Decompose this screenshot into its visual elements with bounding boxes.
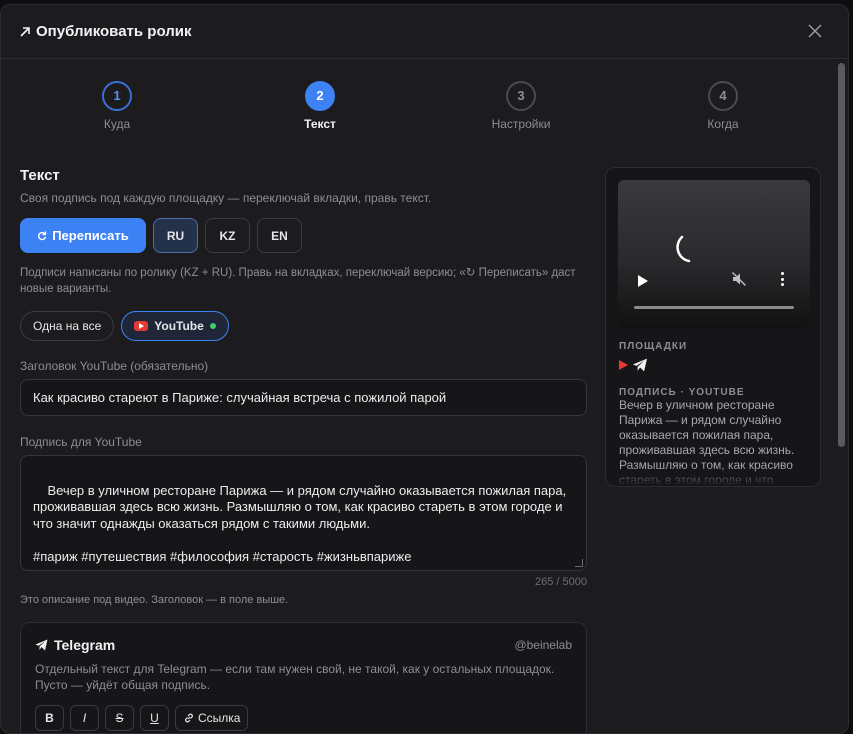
mute-icon[interactable] (731, 271, 747, 287)
caption-note: Это описание под видео. Заголовок — в по… (20, 594, 289, 606)
preview-platforms-label: ПЛОЩАДКИ (619, 341, 688, 352)
youtube-title-label: Заголовок YouTube (обязательно) (20, 359, 209, 373)
lang-ru-button[interactable]: RU (153, 218, 198, 253)
caption-text: Вечер в уличном ресторане Парижа — и ряд… (33, 482, 567, 564)
play-icon[interactable] (638, 275, 648, 287)
step-label: Куда (103, 117, 131, 131)
step-number: 4 (708, 81, 738, 111)
link-icon (185, 713, 193, 723)
lang-en-button[interactable]: EN (257, 218, 302, 253)
italic-button[interactable]: I (70, 705, 99, 731)
bold-button[interactable]: B (35, 705, 64, 731)
status-dot-icon (209, 323, 216, 329)
youtube-caption-label: Подпись для YouTube (20, 435, 142, 449)
step-number: 1 (102, 81, 132, 111)
chip-label: YouTube (154, 319, 204, 333)
link-label: Ссылка (198, 711, 241, 725)
rewrite-toolbar: Переписать RU KZ EN (20, 218, 302, 253)
youtube-icon (134, 321, 149, 331)
video-progress-bar[interactable] (634, 306, 794, 309)
telegram-plane-icon (35, 639, 48, 651)
chip-youtube[interactable]: YouTube (121, 311, 229, 341)
preview-caption-label: ПОДПИСЬ · YOUTUBE (619, 387, 745, 398)
arrow-up-right-icon (20, 26, 30, 37)
stepper: 1 Куда 2 Текст 3 Настройки 4 Когда (1, 81, 841, 141)
telegram-description: Отдельный текст для Telegram — если там … (35, 662, 555, 692)
preview-panel: ПЛОЩАДКИ ПОДПИСЬ · YOUTUBE Вечер в уличн… (605, 167, 821, 487)
youtube-caption-textarea[interactable]: Вечер в уличном ресторане Парижа — и ряд… (20, 455, 587, 571)
preview-platform-icons (619, 358, 648, 372)
link-button[interactable]: Ссылка (175, 705, 249, 731)
step-number: 2 (305, 81, 335, 111)
step-number: 3 (506, 81, 536, 111)
section-title: Текст (20, 167, 60, 184)
step-settings[interactable]: 3 Настройки (461, 81, 581, 131)
telegram-plane-icon (633, 358, 647, 372)
step-when[interactable]: 4 Когда (663, 81, 783, 131)
video-player[interactable] (618, 180, 810, 328)
step-label: Настройки (491, 117, 551, 131)
modal-header: Опубликовать ролик (1, 5, 848, 59)
platform-chips: Одна на все YouTube (20, 311, 229, 341)
step-where[interactable]: 1 Куда (57, 81, 177, 131)
refresh-icon (38, 231, 47, 240)
telegram-title: Telegram (35, 637, 115, 653)
youtube-title-input[interactable]: Как красиво стареют в Париже: случайная … (20, 379, 587, 416)
telegram-title-text: Telegram (54, 637, 116, 653)
char-counter: 265 / 5000 (535, 576, 587, 588)
close-button[interactable] (804, 20, 826, 42)
rewrite-button[interactable]: Переписать (20, 218, 146, 253)
telegram-card: Telegram @beinelab Отдельный текст для T… (20, 622, 587, 733)
telegram-handle: @beinelab (514, 638, 572, 652)
section-description: Своя подпись под каждую площадку — перек… (20, 191, 432, 205)
publish-modal: Опубликовать ролик 1 Куда 2 Текст 3 Наст… (0, 4, 849, 734)
step-label: Когда (707, 117, 739, 131)
more-vertical-icon[interactable] (781, 272, 785, 286)
lang-kz-button[interactable]: KZ (205, 218, 250, 253)
youtube-play-icon (619, 360, 628, 370)
loading-spinner-icon (676, 235, 691, 263)
chip-label: Одна на все (33, 319, 102, 333)
chip-all-platforms[interactable]: Одна на все (20, 311, 115, 341)
close-icon (808, 24, 822, 38)
preview-fade (606, 466, 820, 486)
modal-title: Опубликовать ролик (19, 23, 192, 40)
resize-handle-icon[interactable] (575, 559, 583, 567)
step-text[interactable]: 2 Текст (260, 81, 380, 131)
rewrite-hint: Подписи написаны по ролику (KZ + RU). Пр… (20, 267, 576, 295)
rewrite-label: Переписать (52, 228, 129, 243)
format-toolbar: B I S U Ссылка (35, 705, 249, 731)
underline-button[interactable]: U (140, 705, 169, 731)
strike-button[interactable]: S (105, 705, 134, 731)
modal-title-text: Опубликовать ролик (36, 23, 192, 40)
scrollbar-thumb[interactable] (838, 63, 845, 447)
step-label: Текст (304, 117, 336, 131)
